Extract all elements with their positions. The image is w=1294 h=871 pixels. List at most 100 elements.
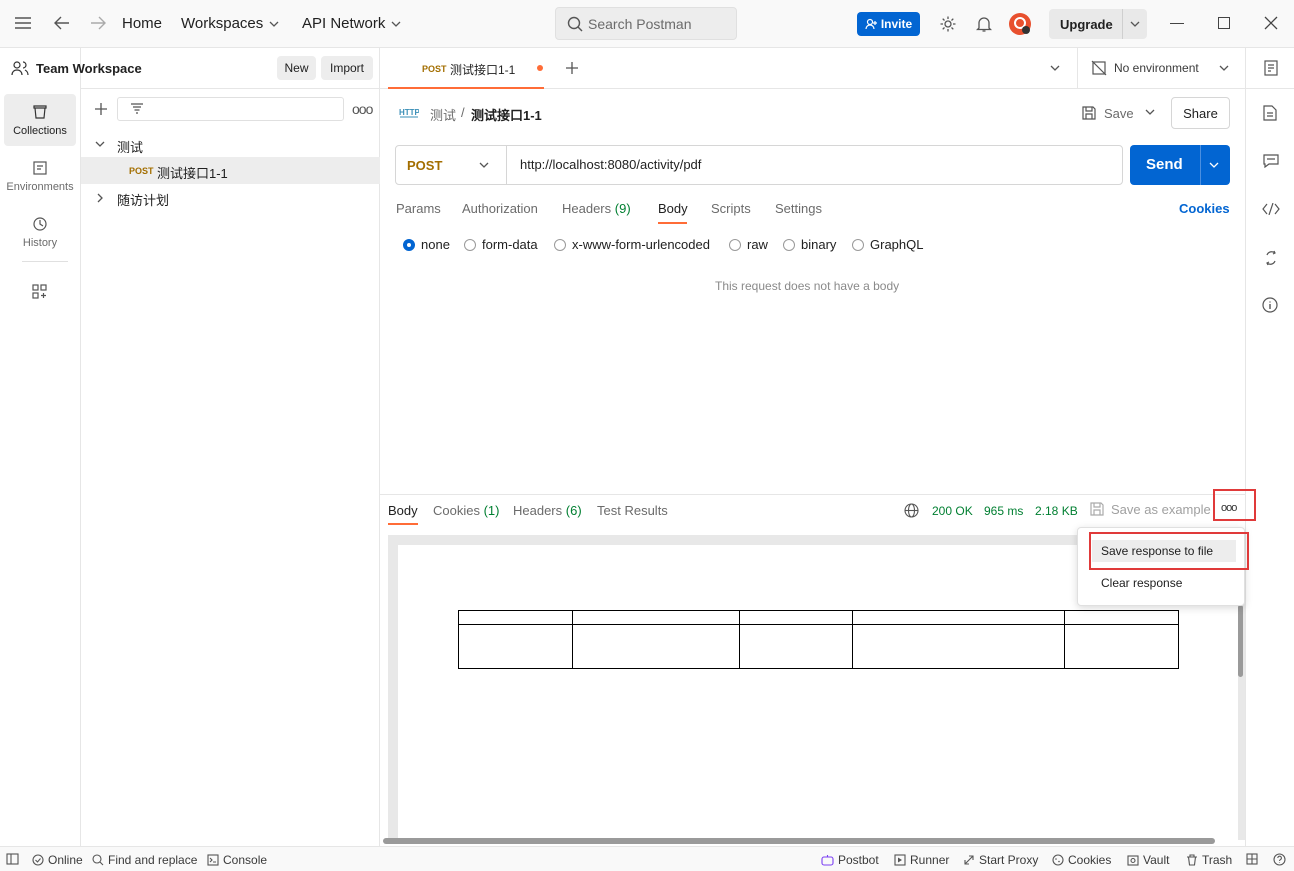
share-button[interactable]: Share (1171, 97, 1230, 129)
layout-grid-icon[interactable] (1246, 853, 1258, 865)
response-tab-test-results[interactable]: Test Results (597, 503, 668, 518)
tree-item-collection[interactable]: 测试 (81, 132, 380, 158)
tabs-dropdown-chevron-icon[interactable] (1050, 65, 1060, 71)
response-time[interactable]: 965 ms (984, 504, 1023, 518)
tab-scripts[interactable]: Scripts (711, 201, 751, 216)
response-more-options-icon[interactable]: ooo (1221, 502, 1237, 514)
filter-input[interactable] (117, 97, 344, 121)
add-collection-icon[interactable] (94, 102, 108, 116)
send-button[interactable]: Send (1130, 145, 1230, 185)
settings-gear-icon[interactable] (939, 15, 957, 33)
tab-body[interactable]: Body (658, 201, 688, 216)
body-type-binary[interactable]: binary (783, 237, 836, 252)
response-size[interactable]: 2.18 KB (1035, 504, 1078, 518)
toggle-sidebar-icon[interactable] (6, 853, 19, 865)
tab-authorization[interactable]: Authorization (462, 201, 538, 216)
radio-icon (729, 238, 741, 251)
console-button[interactable]: Console (207, 853, 267, 867)
response-tab-headers[interactable]: Headers (6) (513, 503, 582, 518)
online-status[interactable]: Online (32, 853, 83, 867)
start-proxy-button[interactable]: Start Proxy (963, 853, 1038, 867)
nav-history[interactable]: History (4, 206, 76, 258)
more-options-icon[interactable]: ooo (352, 101, 373, 117)
divider (1077, 48, 1078, 88)
body-type-form-data[interactable]: form-data (464, 237, 538, 252)
close-window-icon[interactable] (1264, 16, 1278, 30)
documentation-icon[interactable] (1263, 105, 1277, 121)
postbot-button[interactable]: Postbot (821, 853, 879, 867)
globe-icon[interactable] (904, 503, 919, 518)
response-tab-body[interactable]: Body (388, 503, 418, 518)
vault-button[interactable]: Vault (1127, 853, 1169, 867)
breadcrumb-parent[interactable]: 测试 (430, 105, 456, 124)
related-collections-icon[interactable] (1264, 250, 1278, 266)
back-arrow-icon[interactable] (53, 15, 71, 31)
cookies-button[interactable]: Cookies (1052, 853, 1111, 867)
maximize-window-icon[interactable] (1218, 17, 1230, 29)
invite-button[interactable]: Invite (857, 12, 920, 36)
save-as-example-button[interactable]: Save as example (1090, 502, 1211, 517)
tab-settings[interactable]: Settings (775, 201, 822, 216)
body-type-urlencoded[interactable]: x-www-form-urlencoded (554, 237, 710, 252)
runner-button[interactable]: Runner (894, 853, 949, 867)
response-tab-cookies[interactable]: Cookies (1) (433, 503, 499, 518)
tree-item-request[interactable]: POST 测试接口1-1 (81, 157, 380, 184)
vertical-scrollbar[interactable] (1238, 605, 1243, 677)
radio-icon (464, 238, 476, 251)
save-dropdown-chevron-icon[interactable] (1145, 109, 1155, 115)
nav-workspaces[interactable]: Workspaces (181, 15, 279, 32)
breadcrumb-current[interactable]: 测试接口1-1 (471, 105, 542, 124)
nav-environments[interactable]: Environments (4, 150, 76, 202)
highlight-box (1089, 532, 1249, 570)
save-icon (1082, 106, 1096, 120)
top-bar: Home Workspaces API Network Search Postm… (0, 0, 1294, 48)
minimize-window-icon[interactable] (1170, 23, 1184, 24)
cookie-icon (1052, 854, 1064, 866)
upgrade-button[interactable]: Upgrade (1049, 9, 1147, 39)
notification-bell-icon[interactable] (976, 15, 992, 33)
info-icon[interactable] (1262, 297, 1278, 313)
hamburger-menu-icon[interactable] (14, 16, 32, 30)
workspace-name: Team Workspace (36, 61, 142, 76)
environment-selector[interactable]: No environment (1091, 48, 1249, 88)
add-user-icon (865, 18, 877, 30)
body-type-none[interactable]: none (403, 237, 450, 252)
body-type-raw[interactable]: raw (729, 237, 768, 252)
trash-button[interactable]: Trash (1186, 853, 1232, 867)
no-environment-icon (1091, 60, 1107, 76)
chevron-down-icon[interactable] (1130, 21, 1140, 27)
cookies-link[interactable]: Cookies (1179, 201, 1230, 216)
method-selector[interactable]: POST (396, 146, 507, 184)
tab-params[interactable]: Params (396, 201, 441, 216)
tree-item-collection[interactable]: 随访计划 (81, 185, 380, 211)
search-icon (567, 16, 583, 32)
url-input[interactable]: http://localhost:8080/activity/pdf (520, 157, 701, 172)
tab-headers[interactable]: Headers (9) (562, 201, 631, 216)
code-icon[interactable] (1262, 203, 1280, 215)
add-workbench-icon[interactable] (32, 284, 48, 300)
team-icon (11, 60, 29, 76)
response-status[interactable]: 200 OK (932, 504, 973, 518)
nav-api-network[interactable]: API Network (302, 15, 401, 32)
chevron-down-icon[interactable] (1209, 162, 1219, 168)
body-type-graphql[interactable]: GraphQL (852, 237, 923, 252)
find-replace-button[interactable]: Find and replace (92, 853, 197, 867)
search-input[interactable]: Search Postman (555, 7, 737, 40)
nav-home[interactable]: Home (122, 15, 162, 32)
nav-collections[interactable]: Collections (4, 94, 76, 146)
new-button[interactable]: New (277, 56, 316, 80)
request-tab[interactable]: POST 测试接口1-1 (388, 48, 544, 89)
new-tab-plus-icon[interactable] (565, 61, 579, 75)
help-icon[interactable] (1273, 853, 1286, 866)
unsaved-dot-icon (537, 65, 543, 71)
active-tab-underline (658, 222, 687, 224)
menu-item-clear-response[interactable]: Clear response (1101, 576, 1182, 590)
horizontal-scrollbar[interactable] (383, 838, 1215, 844)
history-icon (33, 216, 47, 231)
comments-icon[interactable] (1263, 154, 1279, 168)
divider (1246, 88, 1294, 89)
environment-quicklook-icon[interactable] (1263, 60, 1279, 76)
avatar[interactable] (1008, 12, 1032, 36)
forward-arrow-icon[interactable] (89, 15, 107, 31)
import-button[interactable]: Import (321, 56, 373, 80)
